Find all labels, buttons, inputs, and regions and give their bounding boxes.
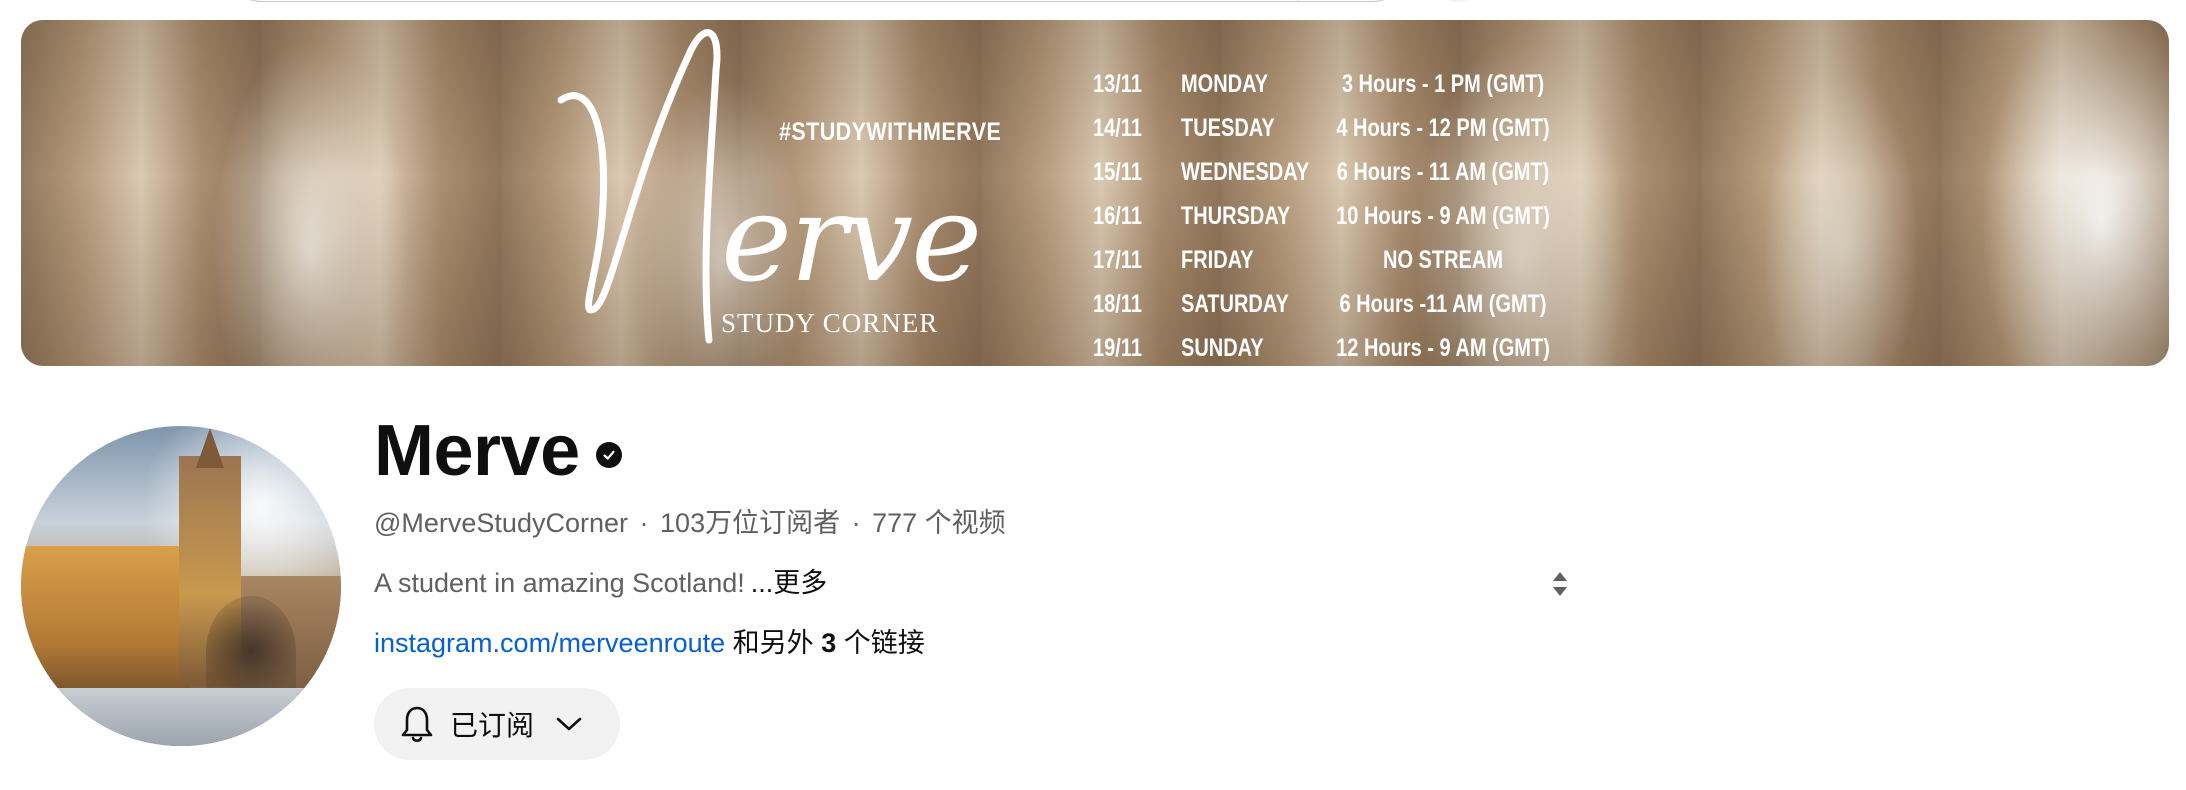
avatar-building xyxy=(21,546,191,706)
avatar-spire xyxy=(196,428,224,468)
schedule-row: 13/11 MONDAY 3 Hours - 1 PM (GMT) xyxy=(1093,70,1553,114)
schedule-day: THURSDAY xyxy=(1181,202,1291,230)
voice-search-button[interactable] xyxy=(1430,0,1486,2)
schedule-date: 17/11 xyxy=(1093,246,1142,274)
schedule-date: 13/11 xyxy=(1093,70,1142,98)
avatar-ground xyxy=(21,688,341,746)
channel-avatar[interactable] xyxy=(21,426,341,746)
verified-badge-icon xyxy=(596,442,622,468)
channel-name: Merve xyxy=(374,411,580,491)
schedule-date: 18/11 xyxy=(1093,290,1142,318)
schedule-day: FRIDAY xyxy=(1181,246,1254,274)
bell-icon xyxy=(401,706,433,742)
links-prefix: 和另外 xyxy=(732,628,814,658)
schedule-hours: 6 Hours -11 AM (GMT) xyxy=(1339,290,1547,318)
subscribed-label: 已订阅 xyxy=(450,710,535,741)
channel-description[interactable]: A student in amazing Scotland! ...更多 xyxy=(374,565,827,601)
schedule-row: 17/11 FRIDAY NO STREAM xyxy=(1093,246,1553,290)
channel-handle: @MerveStudyCorner xyxy=(374,508,628,538)
schedule-day: TUESDAY xyxy=(1181,114,1275,142)
schedule-hours: 6 Hours - 11 AM (GMT) xyxy=(1336,158,1550,186)
schedule-hours: 4 Hours - 12 PM (GMT) xyxy=(1336,114,1550,142)
video-count: 777 个视频 xyxy=(872,508,1006,538)
schedule-row: 15/11 WEDNESDAY 6 Hours - 11 AM (GMT) xyxy=(1093,158,1553,202)
instagram-link[interactable]: instagram.com/merveenroute xyxy=(374,628,725,658)
chevron-down-icon xyxy=(556,717,582,731)
search-button-divider xyxy=(1298,0,1299,2)
schedule-row: 19/11 SUNDAY 12 Hours - 9 AM (GMT) xyxy=(1093,334,1553,366)
logo-text: erve xyxy=(721,170,982,309)
meta-separator: · xyxy=(639,508,649,538)
channel-meta: @MerveStudyCorner · 103万位订阅者 · 777 个视频 xyxy=(374,505,1006,541)
search-box[interactable] xyxy=(222,0,1412,2)
channel-links: instagram.com/merveenroute 和另外 3 个链接 xyxy=(374,625,925,661)
subscriber-count: 103万位订阅者 xyxy=(660,508,841,538)
banner-hashtag: #STUDYWITHMERVE xyxy=(779,118,1002,146)
schedule-date: 15/11 xyxy=(1093,158,1142,186)
description-text: A student in amazing Scotland! xyxy=(374,568,745,598)
subscribed-button[interactable]: 已订阅 xyxy=(374,688,620,760)
meta-separator: · xyxy=(851,508,861,538)
channel-banner: M erve STUDY CORNER #STUDYWITHMERVE 13/1… xyxy=(21,20,2169,366)
schedule-hours: NO STREAM xyxy=(1383,246,1503,274)
schedule-day: SATURDAY xyxy=(1181,290,1289,318)
expand-collapse-icon[interactable] xyxy=(1550,570,1570,598)
schedule-day: SUNDAY xyxy=(1181,334,1264,362)
schedule-date: 19/11 xyxy=(1093,334,1142,362)
schedule-row: 16/11 THURSDAY 10 Hours - 9 AM (GMT) xyxy=(1093,202,1553,246)
schedule-date: 16/11 xyxy=(1093,202,1142,230)
schedule-row: 14/11 TUESDAY 4 Hours - 12 PM (GMT) xyxy=(1093,114,1553,158)
links-suffix: 个链接 xyxy=(843,628,925,658)
more-link[interactable]: ...更多 xyxy=(751,568,828,598)
links-count: 3 xyxy=(821,628,837,658)
schedule-hours: 12 Hours - 9 AM (GMT) xyxy=(1336,334,1550,362)
schedule-date: 14/11 xyxy=(1093,114,1142,142)
logo-subtitle: STUDY CORNER xyxy=(721,308,939,338)
schedule-hours: 3 Hours - 1 PM (GMT) xyxy=(1341,70,1545,98)
schedule-day: MONDAY xyxy=(1181,70,1269,98)
stream-schedule: 13/11 MONDAY 3 Hours - 1 PM (GMT) 14/11 TUE… xyxy=(1093,70,1553,366)
schedule-hours: 10 Hours - 9 AM (GMT) xyxy=(1336,202,1550,230)
schedule-day: WEDNESDAY xyxy=(1181,158,1310,186)
schedule-row: 18/11 SATURDAY 6 Hours -11 AM (GMT) xyxy=(1093,290,1553,334)
